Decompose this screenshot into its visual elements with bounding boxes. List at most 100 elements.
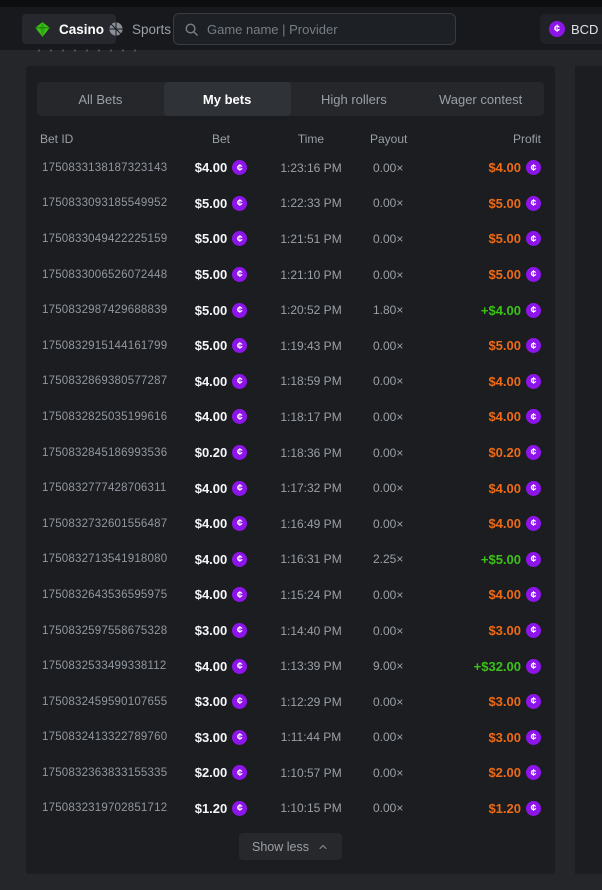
coin-icon: ¢ (526, 801, 541, 816)
bet-time: 1:16:31 PM (252, 552, 370, 566)
tab-wager-contest[interactable]: Wager contest (417, 82, 544, 116)
coin-icon: ¢ (232, 231, 247, 246)
bet-time: 1:21:10 PM (252, 268, 370, 282)
game-search[interactable] (173, 13, 456, 45)
top-nav: Casino Sports ¢ BCD (0, 7, 602, 50)
table-row[interactable]: 1750832713541918080 $4.00 ¢ 1:16:31 PM 2… (40, 542, 541, 578)
coin-icon: ¢ (526, 267, 541, 282)
sports-nav-button[interactable]: Sports (96, 14, 183, 44)
search-input[interactable] (207, 22, 445, 37)
coin-icon: ¢ (232, 303, 247, 318)
profit-value: $2.00 (488, 765, 521, 780)
profit-value: $4.00 (488, 409, 521, 424)
bcd-coin-icon: ¢ (549, 21, 565, 37)
table-row[interactable]: 1750832363833155335 $2.00 ¢ 1:10:57 PM 0… (40, 755, 541, 791)
profit-value: $3.00 (488, 730, 521, 745)
bet-payout: 0.00× (370, 410, 432, 424)
coin-icon: ¢ (526, 481, 541, 496)
search-icon (184, 22, 199, 37)
table-row[interactable]: 1750833049422225159 $5.00 ¢ 1:21:51 PM 0… (40, 221, 541, 257)
bet-value: $4.00 (195, 552, 228, 567)
bet-value: $5.00 (195, 196, 228, 211)
bet-profit: $1.20 ¢ (432, 801, 541, 816)
bet-payout: 1.80× (370, 303, 432, 317)
top-strip (0, 0, 602, 7)
bet-time: 1:15:24 PM (252, 588, 370, 602)
bet-value: $3.00 (195, 694, 228, 709)
coin-icon: ¢ (526, 160, 541, 175)
profit-value: $5.00 (488, 267, 521, 282)
bet-time: 1:16:49 PM (252, 517, 370, 531)
bet-id: 1750832777428706311 (40, 482, 190, 494)
table-row[interactable]: 1750832845186993536 $0.20 ¢ 1:18:36 PM 0… (40, 435, 541, 471)
bet-id: 1750832413322789760 (40, 731, 190, 743)
bet-amount: $4.00 ¢ (190, 160, 252, 175)
bet-payout: 0.00× (370, 374, 432, 388)
bet-profit: +$32.00 ¢ (432, 659, 541, 674)
bet-payout: 0.00× (370, 588, 432, 602)
tab-my-bets[interactable]: My bets (164, 82, 291, 116)
bet-time: 1:19:43 PM (252, 339, 370, 353)
table-row[interactable]: 1750833093185549952 $5.00 ¢ 1:22:33 PM 0… (40, 186, 541, 222)
table-header-row: Bet ID Bet Time Payout Profit (40, 128, 541, 150)
currency-selector[interactable]: ¢ BCD (540, 14, 602, 44)
bet-payout: 0.00× (370, 517, 432, 531)
table-row[interactable]: 1750832459590107655 $3.00 ¢ 1:12:29 PM 0… (40, 684, 541, 720)
bet-amount: $1.20 ¢ (190, 801, 252, 816)
table-row[interactable]: 1750832915144161799 $5.00 ¢ 1:19:43 PM 0… (40, 328, 541, 364)
show-less-button[interactable]: Show less (239, 833, 342, 860)
table-row[interactable]: 1750832987429688839 $5.00 ¢ 1:20:52 PM 1… (40, 292, 541, 328)
table-row[interactable]: 1750832533499338112 $4.00 ¢ 1:13:39 PM 9… (40, 648, 541, 684)
bet-value: $4.00 (195, 659, 228, 674)
bet-value: $4.00 (195, 409, 228, 424)
table-row[interactable]: 1750832869380577287 $4.00 ¢ 1:18:59 PM 0… (40, 364, 541, 400)
bet-profit: $3.00 ¢ (432, 623, 541, 638)
bet-value: $5.00 (195, 303, 228, 318)
bet-id: 1750833006526072448 (40, 269, 190, 281)
coin-icon: ¢ (232, 374, 247, 389)
coin-icon: ¢ (232, 587, 247, 602)
bet-amount: $4.00 ¢ (190, 374, 252, 389)
tab-all-bets[interactable]: All Bets (37, 82, 164, 116)
bet-time: 1:10:57 PM (252, 766, 370, 780)
tab-high-rollers[interactable]: High rollers (291, 82, 418, 116)
bet-value: $4.00 (195, 160, 228, 175)
coin-icon: ¢ (526, 623, 541, 638)
bet-time: 1:23:16 PM (252, 161, 370, 175)
header-profit: Profit (432, 132, 541, 146)
bet-payout: 0.00× (370, 730, 432, 744)
coin-icon: ¢ (232, 267, 247, 282)
bet-payout: 0.00× (370, 161, 432, 175)
bet-amount: $5.00 ¢ (190, 196, 252, 211)
table-row[interactable]: 1750832825035199616 $4.00 ¢ 1:18:17 PM 0… (40, 399, 541, 435)
bet-time: 1:21:51 PM (252, 232, 370, 246)
table-row[interactable]: 1750832597558675328 $3.00 ¢ 1:14:40 PM 0… (40, 613, 541, 649)
table-row[interactable]: 1750832413322789760 $3.00 ¢ 1:11:44 PM 0… (40, 720, 541, 756)
table-row[interactable]: 1750833138187323143 $4.00 ¢ 1:23:16 PM 0… (40, 150, 541, 186)
bet-profit: $4.00 ¢ (432, 587, 541, 602)
bets-table-body: 1750833138187323143 $4.00 ¢ 1:23:16 PM 0… (40, 150, 541, 826)
table-row[interactable]: 1750833006526072448 $5.00 ¢ 1:21:10 PM 0… (40, 257, 541, 293)
bet-payout: 0.00× (370, 446, 432, 460)
bet-id: 1750832713541918080 (40, 553, 190, 565)
bet-profit: $5.00 ¢ (432, 338, 541, 353)
bet-payout: 0.00× (370, 268, 432, 282)
bet-id: 1750833138187323143 (40, 162, 190, 174)
profit-value: $4.00 (488, 160, 521, 175)
bet-id: 1750833049422225159 (40, 233, 190, 245)
bet-id: 1750832915144161799 (40, 340, 190, 352)
coin-icon: ¢ (232, 694, 247, 709)
table-row[interactable]: 1750832777428706311 $4.00 ¢ 1:17:32 PM 0… (40, 470, 541, 506)
bet-amount: $5.00 ¢ (190, 231, 252, 246)
table-row[interactable]: 1750832732601556487 $4.00 ¢ 1:16:49 PM 0… (40, 506, 541, 542)
bet-id: 1750832597558675328 (40, 625, 190, 637)
bet-payout: 0.00× (370, 801, 432, 815)
table-row[interactable]: 1750832319702851712 $1.20 ¢ 1:10:15 PM 0… (40, 791, 541, 827)
coin-icon: ¢ (526, 231, 541, 246)
profit-value: $4.00 (488, 516, 521, 531)
bet-value: $5.00 (195, 267, 228, 282)
coin-icon: ¢ (232, 445, 247, 460)
bet-value: $3.00 (195, 623, 228, 638)
table-row[interactable]: 1750832643536595975 $4.00 ¢ 1:15:24 PM 0… (40, 577, 541, 613)
bet-profit: $5.00 ¢ (432, 196, 541, 211)
